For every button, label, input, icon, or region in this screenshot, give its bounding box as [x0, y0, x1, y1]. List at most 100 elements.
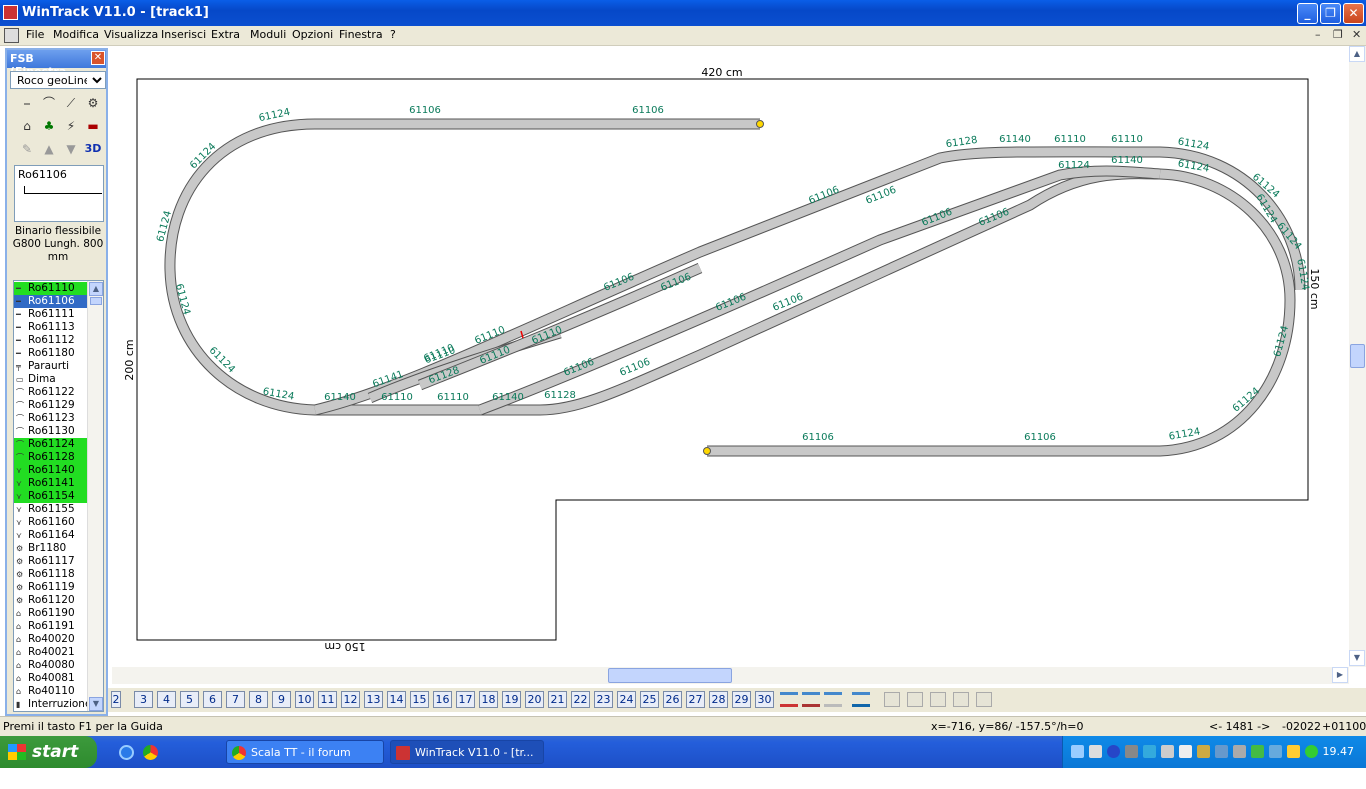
layer-button-7[interactable]: 7 — [226, 691, 245, 708]
buffer-stop-top[interactable] — [756, 120, 764, 128]
menu-visualizza[interactable]: Visualizza — [104, 28, 158, 41]
track-list-item[interactable]: ⌂ Ro40081 — [14, 672, 88, 685]
tray-monitor-icon[interactable] — [1161, 745, 1174, 758]
layer-button-14[interactable]: 14 — [387, 691, 406, 708]
list-scroll-down-icon[interactable]: ▼ — [89, 697, 103, 711]
mdi-close-button[interactable]: ✕ — [1352, 28, 1361, 41]
layer-button-25[interactable]: 25 — [640, 691, 659, 708]
vertical-scrollbar[interactable]: ▲ ▼ — [1349, 46, 1366, 667]
track-list-item[interactable]: ⌒ Ro61129 — [14, 399, 88, 412]
tray-antivirus-icon[interactable] — [1305, 745, 1318, 758]
electric-tool-icon[interactable]: ⚡ — [62, 117, 80, 135]
layer-button-5[interactable]: 5 — [180, 691, 199, 708]
layer-select-icon[interactable] — [852, 692, 870, 707]
task-wintrack[interactable]: WinTrack V11.0 - [tr... — [390, 740, 544, 764]
menu-moduli[interactable]: Moduli — [250, 28, 286, 41]
layer-button-26[interactable]: 26 — [663, 691, 682, 708]
track-list-scrollbar[interactable]: ▲ ▼ — [87, 281, 103, 711]
layer-button-15[interactable]: 15 — [410, 691, 429, 708]
track-list-item[interactable]: ⌂ Ro40110 — [14, 685, 88, 698]
menu-help[interactable]: ? — [390, 28, 396, 41]
track-list-item[interactable]: ╤ Paraurti — [14, 360, 88, 373]
mdi-minimize-button[interactable]: – — [1315, 28, 1321, 41]
straight-track-tool-icon[interactable]: ⎯ — [18, 94, 36, 112]
view-3d-button[interactable]: 3D — [84, 140, 102, 158]
track-list-item[interactable]: ⋎ Ro61140 — [14, 464, 88, 477]
track-list-item[interactable]: ⋎ Ro61141 — [14, 477, 88, 490]
layer-button-27[interactable]: 27 — [686, 691, 705, 708]
track-list-item[interactable]: ⌂ Ro40080 — [14, 659, 88, 672]
tray-bluetooth-icon[interactable] — [1107, 745, 1120, 758]
tray-shield-icon[interactable] — [1287, 745, 1300, 758]
horizontal-scroll-thumb[interactable] — [608, 668, 732, 683]
layer-button-17[interactable]: 17 — [456, 691, 475, 708]
track-list-item[interactable]: ▭ Dima — [14, 373, 88, 386]
maximize-button[interactable]: ❐ — [1320, 3, 1341, 24]
layer-button-8[interactable]: 8 — [249, 691, 268, 708]
track-list-item[interactable]: ⋎ Ro61160 — [14, 516, 88, 529]
task-chrome[interactable]: Scala TT - il forum sull... — [226, 740, 384, 783]
track-list-item[interactable]: ⌂ Ro61190 — [14, 607, 88, 620]
track-list[interactable]: ━ Ro61110 ━ Ro61106 ━ Ro61111 ━ Ro61113 ━ Ro61112… — [13, 280, 104, 712]
horizontal-scrollbar[interactable]: ▶ — [112, 667, 1349, 684]
track-list-item[interactable]: ⌒ Ro61122 — [14, 386, 88, 399]
track-list-item[interactable]: ━ Ro61111 — [14, 308, 88, 321]
track-list-item[interactable]: ⚙ Br1180 — [14, 542, 88, 555]
layout-canvas[interactable]: 420 cm 150 cm 200 cm 150 cm 61124 61106 61… — [112, 46, 1349, 667]
layer-disabled-icon[interactable] — [824, 692, 842, 707]
layer-button-4[interactable]: 4 — [157, 691, 176, 708]
layer-button-9[interactable]: 9 — [272, 691, 291, 708]
track-list-item[interactable]: ⋎ Ro61154 — [14, 490, 88, 503]
layer-button-28[interactable]: 28 — [709, 691, 728, 708]
track-list-item[interactable]: ⚙ Ro61119 — [14, 581, 88, 594]
track-list-item[interactable]: ⚙ Ro61120 — [14, 594, 88, 607]
vertical-scroll-thumb[interactable] — [1350, 344, 1365, 368]
track-list-item[interactable]: ▮ Interruzione — [14, 698, 91, 711]
tree-tool-icon[interactable]: ♣ — [40, 117, 58, 135]
ie-quicklaunch-icon[interactable] — [119, 745, 134, 760]
track-plan[interactable]: 420 cm 150 cm 200 cm 150 cm 61124 61106 61… — [112, 46, 1349, 667]
layer-button-20[interactable]: 20 — [525, 691, 544, 708]
layer-button-24[interactable]: 24 — [617, 691, 636, 708]
track-list-item[interactable]: ⋎ Ro61164 — [14, 529, 88, 542]
layer-button-13[interactable]: 13 — [364, 691, 383, 708]
track-list-item[interactable]: ⌂ Ro40020 — [14, 633, 88, 646]
track-list-item[interactable]: ⚙ Ro61118 — [14, 568, 88, 581]
layer-button-23[interactable]: 23 — [594, 691, 613, 708]
track-list-item[interactable]: ━ Ro61180 — [14, 347, 88, 360]
track-list-item[interactable]: ━ Ro61112 — [14, 334, 88, 347]
mdi-restore-button[interactable]: ❐ — [1333, 28, 1343, 41]
layer-button-2[interactable]: 2 — [111, 691, 121, 708]
wintrack-app-icon[interactable] — [3, 5, 18, 20]
layer-edit-icon[interactable] — [802, 692, 820, 707]
scroll-down-icon[interactable]: ▼ — [1349, 650, 1365, 666]
menu-extra[interactable]: Extra — [211, 28, 240, 41]
layer-button-3[interactable]: 3 — [134, 691, 153, 708]
tray-network-icon[interactable] — [1071, 745, 1084, 758]
minimize-button[interactable]: _ — [1297, 3, 1318, 24]
menu-inserisci[interactable]: Inserisci — [161, 28, 206, 41]
layer-button-30[interactable]: 30 — [755, 691, 774, 708]
tray-update-icon[interactable] — [1143, 745, 1156, 758]
layer-button-16[interactable]: 16 — [433, 691, 452, 708]
track-list-item[interactable]: ⌒ Ro61124 — [14, 438, 88, 451]
layer-button-29[interactable]: 29 — [732, 691, 751, 708]
start-button[interactable]: start — [0, 736, 97, 768]
track-list-item[interactable]: ⌒ Ro61128 — [14, 451, 88, 464]
tray-speaker-icon[interactable] — [1197, 745, 1210, 758]
outer-loop-right[interactable] — [539, 169, 1295, 456]
building-tool-icon[interactable]: ▬ — [84, 117, 102, 135]
tray-safety-icon[interactable] — [1215, 745, 1228, 758]
layer-button-11[interactable]: 11 — [318, 691, 337, 708]
tray-phone-icon[interactable] — [1269, 745, 1282, 758]
track-list-item[interactable]: ⌒ Ro61130 — [14, 425, 88, 438]
track-list-item[interactable]: ⋎ Ro61155 — [14, 503, 88, 516]
layer-button-12[interactable]: 12 — [341, 691, 360, 708]
track-list-item[interactable]: ━ Ro61110 — [14, 282, 88, 295]
list-scroll-up-icon[interactable]: ▲ — [89, 282, 103, 296]
document-icon[interactable] — [4, 28, 19, 43]
tray-device-icon[interactable] — [1125, 745, 1138, 758]
track-list-item[interactable]: ⌂ Ro40021 — [14, 646, 88, 659]
scroll-right-icon[interactable]: ▶ — [1332, 667, 1348, 683]
menu-opzioni[interactable]: Opzioni — [292, 28, 333, 41]
